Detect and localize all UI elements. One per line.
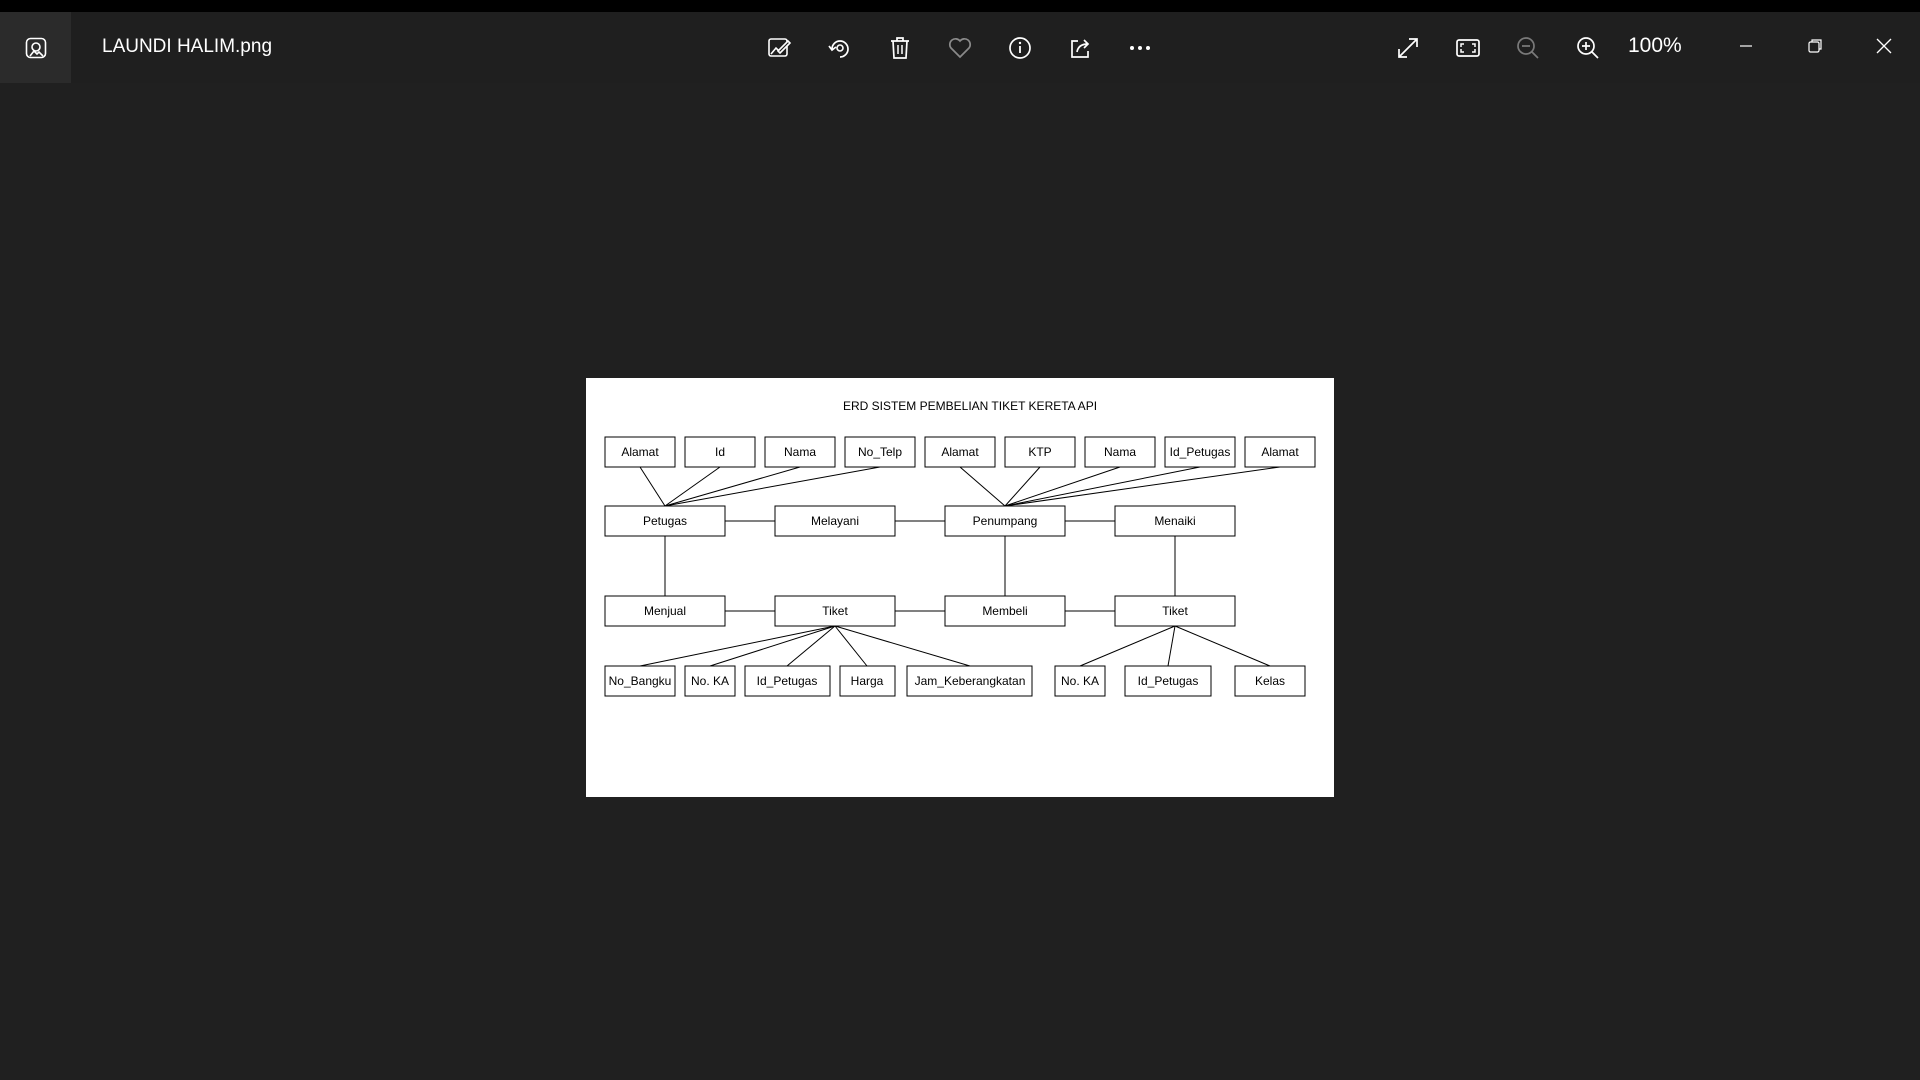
attribute-label: No. KA (1061, 674, 1099, 688)
attribute-label: Nama (784, 445, 816, 459)
attribute-label: KTP (1028, 445, 1051, 459)
erd-diagram: ERD SISTEM PEMBELIAN TIKET KERETA API Al… (604, 399, 1316, 697)
edit-image-icon (768, 38, 792, 57)
share-icon (1071, 39, 1090, 58)
window-top-strip (0, 0, 1920, 12)
favorite-heart-icon (948, 37, 972, 59)
minimize-icon (1740, 45, 1752, 47)
delete-button[interactable] (881, 29, 919, 67)
attribute-label: Alamat (941, 445, 979, 459)
edit-image-button[interactable] (761, 29, 799, 67)
share-button[interactable] (1061, 29, 1099, 67)
rotate-button[interactable] (821, 29, 859, 67)
displayed-image[interactable]: ERD SISTEM PEMBELIAN TIKET KERETA API Al… (586, 378, 1334, 797)
attribute-label: No_Telp (858, 445, 902, 459)
fit-to-window-icon (1456, 39, 1480, 57)
file-name-title: LAUNDI HALIM.png (102, 36, 273, 57)
restore-button[interactable] (1793, 26, 1837, 66)
minimize-button[interactable] (1724, 26, 1768, 66)
relation-label: Menaiki (1154, 514, 1195, 528)
zoom-in-button[interactable] (1569, 29, 1607, 67)
zoom-in-icon (1577, 37, 1599, 59)
zoom-out-icon (1517, 37, 1539, 59)
rotate-icon (828, 40, 849, 58)
attribute-label: Alamat (1261, 445, 1299, 459)
info-button[interactable] (1001, 29, 1039, 67)
attribute-label: Nama (1104, 445, 1136, 459)
attribute-label: Jam_Keberangkatan (915, 674, 1026, 688)
relation-label: Melayani (811, 514, 859, 528)
more-options-button[interactable] (1121, 29, 1159, 67)
info-icon (1009, 37, 1031, 59)
attribute-label: Id_Petugas (1138, 674, 1199, 688)
attribute-label: Kelas (1255, 674, 1285, 688)
delete-icon (891, 37, 909, 59)
title-toolbar: LAUNDI HALIM.png 100% (0, 12, 1920, 83)
more-icon (1130, 46, 1150, 50)
close-icon (1876, 38, 1892, 54)
zoom-level[interactable]: 100% (1628, 34, 1682, 58)
photos-app-icon[interactable] (0, 12, 71, 83)
full-screen-button[interactable] (1389, 29, 1427, 67)
relationship-lines (639, 466, 1281, 667)
attribute-label: Alamat (621, 445, 659, 459)
close-window-button[interactable] (1862, 26, 1906, 66)
attribute-label: Id_Petugas (757, 674, 818, 688)
favorite-button[interactable] (941, 29, 979, 67)
bottom-attribute-row: No_Bangku No. KA Id_Petugas Harga Jam_Ke… (604, 665, 1306, 697)
entity-label: Penumpang (973, 514, 1038, 528)
zoom-out-button[interactable] (1509, 29, 1547, 67)
photo-icon (25, 37, 46, 58)
entity-label: Tiket (822, 604, 848, 618)
full-screen-icon (1398, 38, 1418, 58)
attribute-label: Harga (851, 674, 884, 688)
erd-title: ERD SISTEM PEMBELIAN TIKET KERETA API (843, 399, 1097, 413)
top-attribute-row: Alamat Id Nama No_Telp Alamat KTP Nama I… (604, 436, 1316, 468)
attribute-label: Id_Petugas (1170, 445, 1231, 459)
relation-label: Menjual (644, 604, 686, 618)
entity-label: Tiket (1162, 604, 1188, 618)
restore-icon (1808, 39, 1822, 53)
attribute-label: No_Bangku (609, 674, 672, 688)
entity-label: Petugas (643, 514, 687, 528)
attribute-label: Id (715, 445, 725, 459)
fit-to-window-button[interactable] (1449, 29, 1487, 67)
attribute-label: No. KA (691, 674, 729, 688)
relation-label: Membeli (982, 604, 1027, 618)
